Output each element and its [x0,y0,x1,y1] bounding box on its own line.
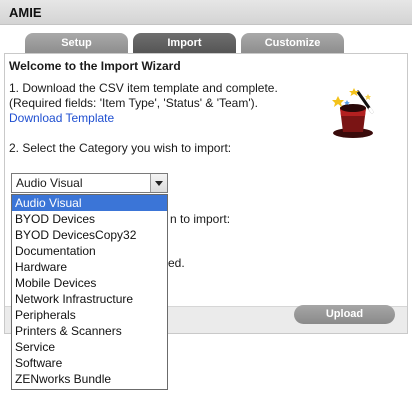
app-title: AMIE [9,5,42,20]
tab-customize[interactable]: Customize [241,33,344,53]
category-option[interactable]: Hardware [12,259,167,275]
tab-bar: Setup Import Customize [0,33,412,53]
tab-import[interactable]: Import [133,33,236,53]
category-option[interactable]: Mobile Devices [12,275,167,291]
obscured-step-text: n to import: [170,212,231,226]
category-option[interactable]: Printers & Scanners [12,323,167,339]
upload-button[interactable]: Upload [294,305,395,324]
magic-hat-icon [332,88,374,138]
category-option[interactable]: Documentation [12,243,167,259]
chevron-down-icon[interactable] [150,174,167,192]
category-option[interactable]: Software [12,355,167,371]
category-select-value: Audio Visual [16,176,83,190]
required-fields-text: (Required fields: 'Item Type', 'Status' … [9,96,258,110]
category-option[interactable]: Audio Visual [12,195,167,211]
category-select[interactable]: Audio Visual [11,173,168,193]
category-option[interactable]: BYOD Devices [12,211,167,227]
obscured-line-text: ed. [168,256,185,270]
category-option[interactable]: BYOD DevicesCopy32 [12,227,167,243]
step2-text: 2. Select the Category you wish to impor… [9,141,232,155]
tab-setup[interactable]: Setup [25,33,128,53]
step1-text: 1. Download the CSV item template and co… [9,81,278,95]
category-option[interactable]: Peripherals [12,307,167,323]
wizard-heading: Welcome to the Import Wizard [9,59,181,73]
category-option[interactable]: Network Infrastructure [12,291,167,307]
category-dropdown-list: Audio Visual BYOD Devices BYOD DevicesCopy… [11,194,168,390]
title-bar: AMIE [0,0,412,25]
category-option[interactable]: Service [12,339,167,355]
download-template-link[interactable]: Download Template [9,111,114,125]
category-option[interactable]: ZENworks Bundle [12,371,167,387]
